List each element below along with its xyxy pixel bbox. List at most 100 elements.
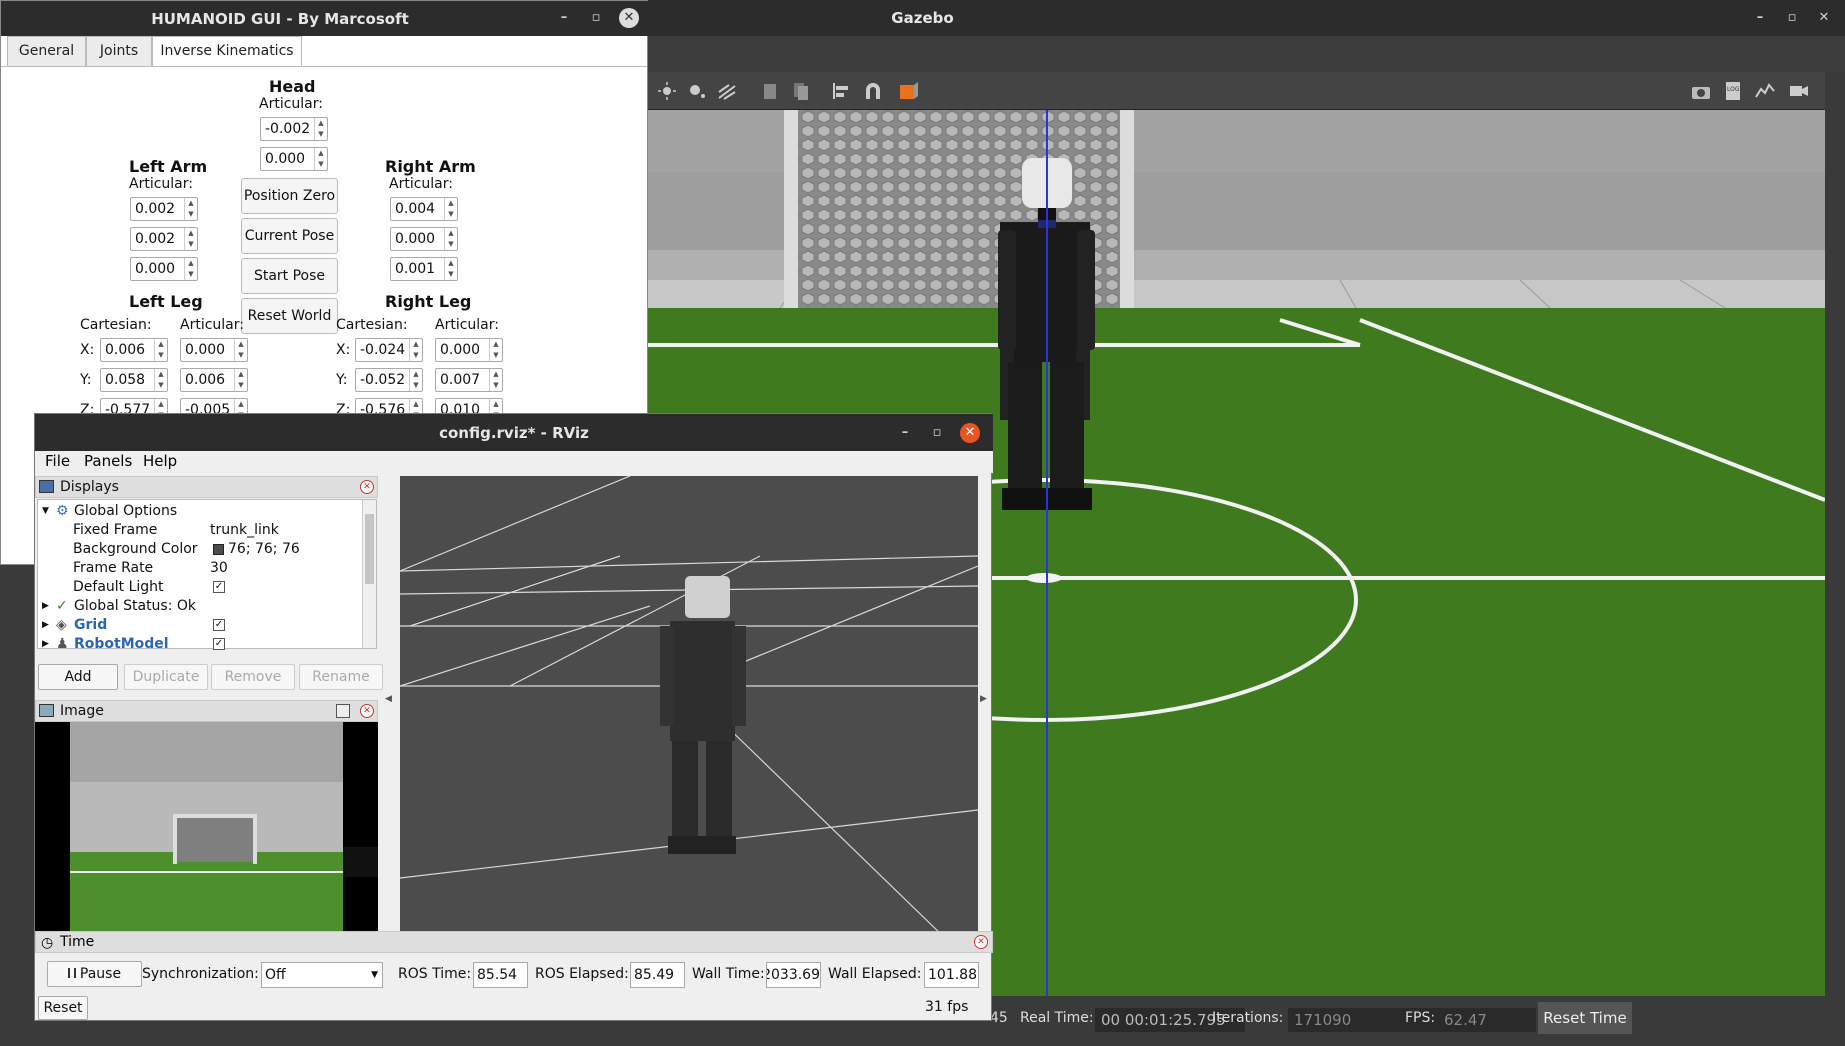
- reset-world-button[interactable]: Reset World: [241, 298, 338, 334]
- rviz-3d-view[interactable]: [399, 475, 979, 939]
- expand-arrow-icon[interactable]: ▶: [42, 635, 49, 654]
- tree-row-fixed-frame[interactable]: Fixed Frame trunk_link: [38, 521, 362, 540]
- tree-row-background-color[interactable]: Background Color 76; 76; 76: [38, 540, 362, 559]
- ros-elapsed-field[interactable]: 85.49: [630, 962, 685, 988]
- fixed-frame-value[interactable]: trunk_link: [210, 521, 279, 540]
- maximize-icon[interactable]: ▫: [586, 8, 606, 28]
- left-arm-articular-3[interactable]: 0.000 ▲ ▼: [130, 257, 198, 281]
- rename-button[interactable]: Rename: [299, 664, 383, 690]
- frame-rate-value[interactable]: 30: [210, 559, 228, 578]
- right-leg-cart-x[interactable]: -0.024 ▲ ▼: [355, 338, 423, 362]
- undock-icon[interactable]: [336, 704, 350, 718]
- spin-arrows-icon[interactable]: ▲▼: [154, 339, 167, 361]
- maximize-icon[interactable]: ▫: [927, 423, 947, 443]
- spin-arrows-icon[interactable]: ▲▼: [154, 369, 167, 391]
- spin-arrows-icon[interactable]: ▲▼: [489, 339, 502, 361]
- collapse-left-icon[interactable]: ◀: [385, 694, 392, 704]
- robotmodel-checkbox[interactable]: ✓: [213, 638, 225, 650]
- close-panel-icon[interactable]: ✕: [360, 480, 374, 494]
- spin-arrows-icon[interactable]: ▲▼: [234, 339, 247, 361]
- menu-help[interactable]: Help: [143, 452, 177, 470]
- tree-row-default-light[interactable]: Default Light ✓: [38, 578, 362, 597]
- left-leg-art-1[interactable]: 0.000 ▲ ▼: [180, 338, 248, 362]
- left-arm-articular-1[interactable]: 0.002 ▲ ▼: [130, 197, 198, 221]
- spin-arrows-icon[interactable]: ▲▼: [444, 228, 457, 250]
- spin-arrows-icon[interactable]: ▲▼: [444, 258, 457, 280]
- left-leg-cart-x[interactable]: 0.006 ▲ ▼: [100, 338, 168, 362]
- spin-arrows-icon[interactable]: ▲▼: [184, 228, 197, 250]
- tab-inverse-kinematics[interactable]: Inverse Kinematics: [152, 36, 302, 67]
- start-pose-button[interactable]: Start Pose: [241, 258, 338, 294]
- reset-time-button[interactable]: Reset Time: [1538, 1002, 1632, 1034]
- displays-scrollbar[interactable]: [362, 500, 376, 648]
- right-leg-art-1[interactable]: 0.000 ▲ ▼: [435, 338, 503, 362]
- sun-light-icon[interactable]: [656, 81, 678, 101]
- current-pose-button[interactable]: Current Pose: [241, 218, 338, 254]
- displays-tree[interactable]: ▼ ⚙ Global Options Fixed Frame trunk_lin…: [37, 499, 377, 652]
- expand-arrow-icon[interactable]: ▶: [42, 597, 49, 616]
- background-color-value[interactable]: 76; 76; 76: [228, 540, 300, 559]
- close-panel-icon[interactable]: ✕: [974, 935, 988, 949]
- spin-arrows-icon[interactable]: ▲▼: [184, 198, 197, 220]
- sync-select[interactable]: Off ▼: [261, 962, 383, 988]
- left-leg-art-2[interactable]: 0.006 ▲ ▼: [180, 368, 248, 392]
- reset-button[interactable]: Reset: [38, 996, 88, 1020]
- spin-arrows-icon[interactable]: ▲▼: [314, 148, 327, 170]
- magnet-icon[interactable]: [862, 81, 884, 101]
- left-arm-articular-2[interactable]: 0.002 ▲ ▼: [130, 227, 198, 251]
- tab-general[interactable]: General: [7, 36, 86, 66]
- wall-time-field[interactable]: 2033.69: [766, 962, 821, 988]
- collapse-right-icon[interactable]: ▶: [980, 694, 987, 704]
- plot-icon[interactable]: [1754, 81, 1776, 101]
- default-light-checkbox[interactable]: ✓: [213, 581, 225, 593]
- expand-arrow-icon[interactable]: ▼: [42, 502, 49, 521]
- close-icon[interactable]: ✕: [619, 8, 639, 28]
- spin-arrows-icon[interactable]: ▲▼: [409, 339, 422, 361]
- duplicate-button[interactable]: Duplicate: [124, 664, 208, 690]
- left-leg-cart-y[interactable]: 0.058 ▲ ▼: [100, 368, 168, 392]
- log-icon[interactable]: LOG: [1722, 81, 1744, 101]
- spin-arrows-icon[interactable]: ▲▼: [489, 369, 502, 391]
- close-icon[interactable]: ✕: [960, 423, 980, 443]
- close-panel-icon[interactable]: ✕: [360, 704, 374, 718]
- remove-button[interactable]: Remove: [211, 664, 295, 690]
- tree-row-grid[interactable]: ▶ ◈ Grid ✓: [38, 616, 362, 635]
- right-leg-art-2[interactable]: 0.007 ▲ ▼: [435, 368, 503, 392]
- spin-arrows-icon[interactable]: ▲▼: [234, 369, 247, 391]
- spin-arrows-icon[interactable]: ▲▼: [409, 369, 422, 391]
- tree-row-frame-rate[interactable]: Frame Rate 30: [38, 559, 362, 578]
- point-light-icon[interactable]: [686, 81, 708, 101]
- expand-arrow-icon[interactable]: ▶: [42, 616, 49, 635]
- scrollbar-thumb[interactable]: [365, 514, 374, 584]
- tree-row-global-options[interactable]: ▼ ⚙ Global Options: [38, 502, 362, 521]
- tree-row-robotmodel[interactable]: ▶ ♟ RobotModel ✓: [38, 635, 362, 654]
- copy-icon[interactable]: [760, 81, 782, 101]
- spin-arrows-icon[interactable]: ▲▼: [184, 258, 197, 280]
- minimize-icon[interactable]: –: [1750, 8, 1770, 28]
- wall-elapsed-field[interactable]: 101.88: [924, 962, 979, 988]
- ros-time-field[interactable]: 85.54: [473, 962, 528, 988]
- right-leg-cart-y[interactable]: -0.052 ▲ ▼: [355, 368, 423, 392]
- head-articular-2[interactable]: 0.000 ▲ ▼: [260, 147, 328, 171]
- right-arm-articular-1[interactable]: 0.004 ▲ ▼: [390, 197, 458, 221]
- tab-joints[interactable]: Joints: [86, 36, 152, 66]
- right-arm-articular-3[interactable]: 0.001 ▲ ▼: [390, 257, 458, 281]
- add-button[interactable]: Add: [38, 664, 118, 690]
- grid-checkbox[interactable]: ✓: [213, 619, 225, 631]
- video-icon[interactable]: [1788, 81, 1810, 101]
- orange-box-icon[interactable]: [898, 81, 920, 101]
- paste-icon[interactable]: [790, 81, 812, 101]
- minimize-icon[interactable]: –: [895, 423, 915, 443]
- close-icon[interactable]: ✕: [1814, 8, 1834, 28]
- tree-row-global-status[interactable]: ▶ ✓ Global Status: Ok: [38, 597, 362, 616]
- right-arm-articular-2[interactable]: 0.000 ▲ ▼: [390, 227, 458, 251]
- pause-button[interactable]: Pause: [47, 961, 142, 987]
- head-articular-1[interactable]: -0.002 ▲ ▼: [260, 117, 328, 141]
- minimize-icon[interactable]: –: [554, 8, 574, 28]
- spin-arrows-icon[interactable]: ▲▼: [314, 118, 327, 140]
- position-zero-button[interactable]: Position Zero: [241, 178, 338, 214]
- maximize-icon[interactable]: ▫: [1782, 8, 1802, 28]
- camera-icon[interactable]: [1690, 81, 1712, 101]
- align-icon[interactable]: [830, 81, 852, 101]
- menu-file[interactable]: File: [45, 452, 70, 470]
